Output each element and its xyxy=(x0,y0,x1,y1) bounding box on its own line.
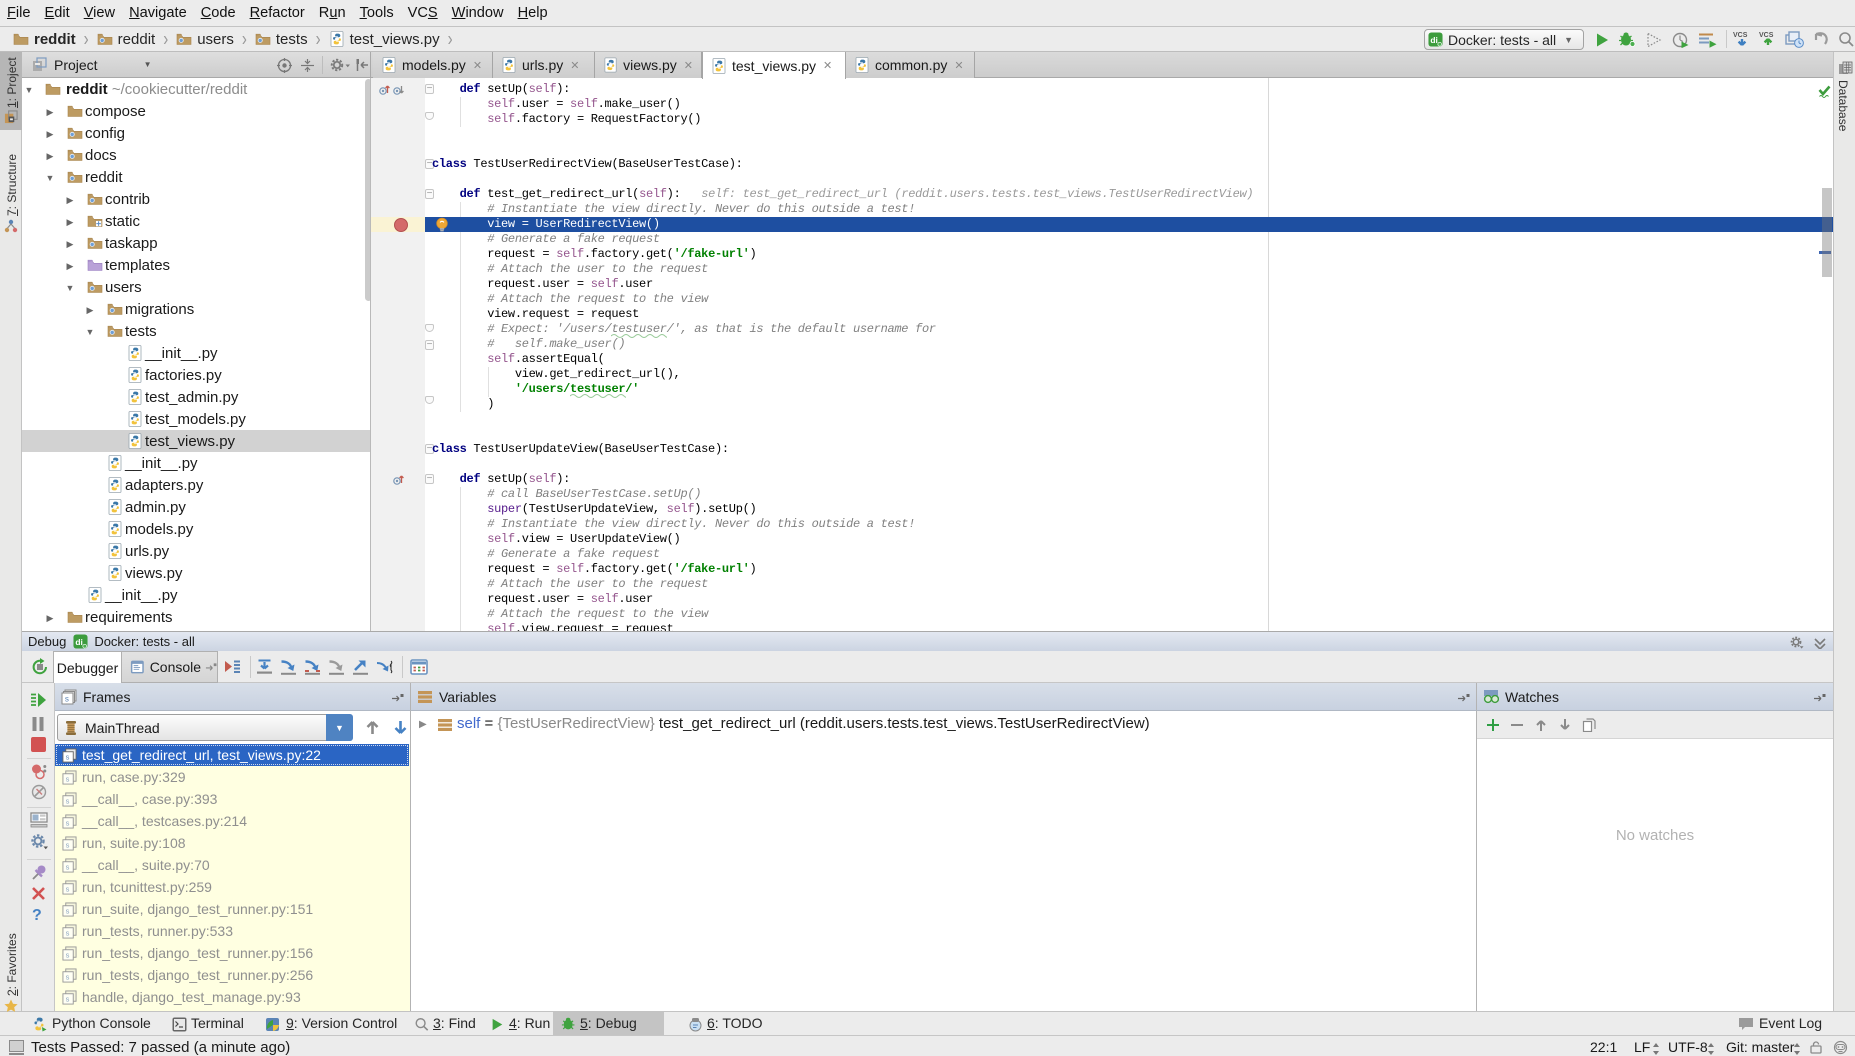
svg-text:s: s xyxy=(65,754,70,762)
svg-text:s: s xyxy=(65,908,70,916)
svg-text:s: s xyxy=(65,930,70,938)
svg-text:s: s xyxy=(65,952,70,960)
svg-text:s: s xyxy=(65,695,70,704)
svg-text:s: s xyxy=(65,842,70,850)
svg-text:di: di xyxy=(1430,35,1437,45)
svg-text:s: s xyxy=(65,864,70,872)
svg-text:s: s xyxy=(65,798,70,806)
svg-text:s: s xyxy=(65,820,70,828)
svg-text:s: s xyxy=(65,996,70,1004)
svg-text:VCS: VCS xyxy=(1733,32,1748,39)
svg-text:s: s xyxy=(65,974,70,982)
svg-text:s: s xyxy=(65,776,70,784)
svg-text:s: s xyxy=(65,886,70,894)
svg-text:di: di xyxy=(76,637,83,647)
svg-text:VCS: VCS xyxy=(1759,32,1774,39)
